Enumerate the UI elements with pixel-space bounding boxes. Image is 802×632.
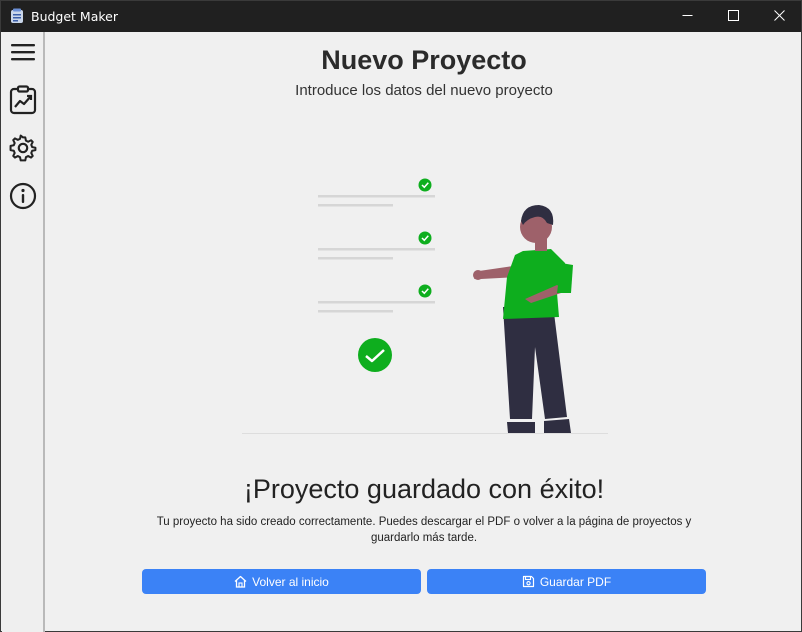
back-home-label: Volver al inicio <box>252 574 329 589</box>
save-pdf-button[interactable]: Guardar PDF <box>427 569 706 594</box>
budget-app-icon <box>10 8 24 24</box>
close-icon <box>773 8 785 26</box>
title-bar: Budget Maker <box>1 1 801 32</box>
sidebar-item-menu[interactable] <box>8 39 38 69</box>
back-home-button[interactable]: Volver al inicio <box>142 569 421 594</box>
window-title: Budget Maker <box>31 9 118 24</box>
person-checklist-illustration <box>235 167 615 442</box>
sidebar <box>2 32 45 632</box>
save-icon <box>522 575 535 588</box>
clipboard-chart-icon <box>9 84 37 120</box>
minimize-button[interactable] <box>664 1 710 32</box>
maximize-button[interactable] <box>710 1 756 32</box>
home-icon <box>234 575 247 588</box>
page-title: Nuevo Proyecto <box>321 45 527 75</box>
main-content: Nuevo Proyecto Introduce los datos del n… <box>47 32 801 632</box>
hamburger-menu-icon <box>10 42 36 67</box>
minimize-icon <box>682 8 693 26</box>
success-title: ¡Proyecto guardado con éxito! <box>243 474 605 504</box>
sidebar-item-info[interactable] <box>8 182 38 215</box>
sidebar-item-reports[interactable] <box>8 84 38 120</box>
maximize-icon <box>727 8 739 26</box>
sidebar-item-settings[interactable] <box>8 134 38 167</box>
info-icon <box>9 182 37 215</box>
success-message: Tu proyecto ha sido creado correctamente… <box>156 516 692 544</box>
close-button[interactable] <box>756 1 802 32</box>
save-pdf-label: Guardar PDF <box>539 574 612 589</box>
app-window: Budget Maker Nuevo Proyecto Introduce lo… <box>0 0 802 632</box>
page-subtitle: Introduce los datos del nuevo proyecto <box>295 82 553 99</box>
gear-icon <box>9 134 37 167</box>
